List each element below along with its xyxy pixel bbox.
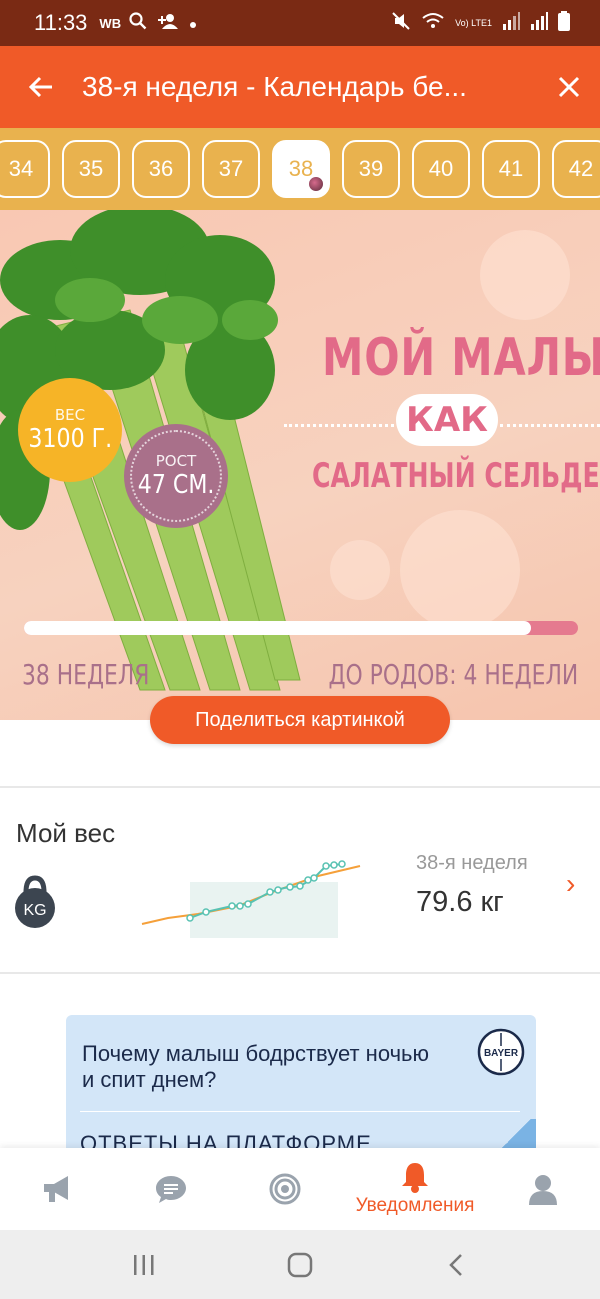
week-pill-42[interactable]: 42 xyxy=(552,140,600,198)
status-time: 11:33 xyxy=(34,10,88,35)
bayer-logo: BAYER xyxy=(477,1028,525,1076)
nav-tab-profile[interactable] xyxy=(508,1148,578,1230)
nav-tab-goals[interactable] xyxy=(250,1148,320,1230)
close-icon xyxy=(558,68,580,107)
kettlebell-label: KG xyxy=(23,902,46,919)
close-button[interactable] xyxy=(538,46,600,128)
chevron-right-icon[interactable]: › xyxy=(566,868,575,900)
carrier-badge: WB xyxy=(99,15,122,31)
bokeh-decoration xyxy=(480,230,570,320)
pregnancy-progress-bar xyxy=(24,621,578,635)
signal-icon xyxy=(530,11,548,35)
dot-icon xyxy=(189,13,197,34)
section-divider xyxy=(0,786,600,788)
mute-icon xyxy=(391,11,411,36)
weight-widget-title: Мой вес xyxy=(16,818,116,848)
add-contact-icon xyxy=(157,13,179,34)
week-pill-37[interactable]: 37 xyxy=(202,140,260,198)
page-title: 38-я неделя - Календарь бе... xyxy=(82,71,467,102)
weight-value: 79.6 кг xyxy=(416,886,504,918)
system-nav-bar xyxy=(0,1230,600,1299)
bokeh-decoration xyxy=(400,510,520,630)
height-badge-value: 47 СМ. xyxy=(137,470,215,500)
back-icon xyxy=(449,1253,462,1276)
wifi-icon xyxy=(421,12,445,35)
ad-divider xyxy=(80,1111,520,1112)
week-pill-41[interactable]: 41 xyxy=(482,140,540,198)
weight-badge-value: 3100 Г. xyxy=(28,424,112,454)
bell-icon xyxy=(402,1163,428,1193)
height-badge-label: РОСТ xyxy=(155,452,197,470)
bottom-nav: Уведомления xyxy=(0,1148,600,1230)
weight-badge: ВЕС 3100 Г. xyxy=(18,378,122,482)
pregnancy-progress-fill xyxy=(24,621,531,635)
hero-subheading: САЛАТНЫЙ СЕЛЬДЕРЕЙ xyxy=(312,456,600,496)
bayer-logo-text: BAYER xyxy=(484,1048,519,1059)
search-icon xyxy=(129,11,147,35)
share-image-button[interactable]: Поделиться картинкой xyxy=(150,696,450,744)
week-pill-38[interactable]: 38 xyxy=(272,140,330,198)
system-back-button[interactable] xyxy=(416,1230,496,1299)
volte-label: Vo) LTE1 xyxy=(455,18,492,28)
dotted-divider xyxy=(284,424,394,427)
week-pill-39[interactable]: 39 xyxy=(342,140,400,198)
weight-week-label: 38-я неделя xyxy=(416,852,528,874)
status-right: Vo) LTE1 xyxy=(391,0,570,46)
nav-tab-announcements[interactable] xyxy=(22,1148,92,1230)
home-icon xyxy=(287,1252,313,1277)
week-pill-34[interactable]: 34 xyxy=(0,140,50,198)
arrow-left-icon xyxy=(28,68,54,107)
signal-icon xyxy=(502,11,520,35)
kettlebell-icon: KG xyxy=(15,875,55,928)
dotted-divider xyxy=(500,424,600,427)
ad-banner[interactable]: Почему малыш бодрствует ночью и спит дне… xyxy=(66,1015,536,1155)
app-bar: 38-я неделя - Календарь бе... xyxy=(0,46,600,128)
week-pill-36[interactable]: 36 xyxy=(132,140,190,198)
weight-badge-label: ВЕС xyxy=(54,406,86,424)
profile-icon xyxy=(529,1175,557,1205)
back-button[interactable] xyxy=(0,46,82,128)
current-week-label: 38 НЕДЕЛЯ xyxy=(22,658,150,691)
weight-mini-chart[interactable] xyxy=(138,852,368,942)
height-badge: РОСТ 47 СМ. xyxy=(124,424,228,528)
avatar xyxy=(307,175,325,193)
nav-tab-notifications[interactable]: Уведомления xyxy=(340,1148,490,1230)
megaphone-icon xyxy=(44,1176,68,1202)
week-pill-40[interactable]: 40 xyxy=(412,140,470,198)
hero-kak-bubble: КАК xyxy=(396,394,498,446)
week-selector: 34 35 36 37 38 39 40 41 42 xyxy=(0,128,600,210)
bokeh-decoration xyxy=(330,540,390,600)
target-icon xyxy=(269,1173,301,1205)
baby-size-card: МОЙ МАЛЫШ КАК САЛАТНЫЙ СЕЛЬДЕРЕЙ ВЕС 310… xyxy=(0,210,600,720)
status-bar: 11:33 WB Vo) LTE1 xyxy=(0,0,600,46)
nav-tab-notifications-label: Уведомления xyxy=(355,1195,475,1216)
week-pill-35[interactable]: 35 xyxy=(62,140,120,198)
weeks-remaining-label: ДО РОДОВ: 4 НЕДЕЛИ xyxy=(328,658,578,691)
ad-title: Почему малыш бодрствует ночью и спит дне… xyxy=(82,1041,429,1092)
recents-icon xyxy=(134,1254,154,1275)
home-button[interactable] xyxy=(260,1230,340,1299)
nav-tab-chat[interactable] xyxy=(136,1148,206,1230)
recents-button[interactable] xyxy=(104,1230,184,1299)
chat-icon xyxy=(156,1176,186,1203)
hero-heading: МОЙ МАЛЫШ xyxy=(322,328,600,388)
battery-icon xyxy=(558,10,570,36)
section-divider xyxy=(0,972,600,974)
